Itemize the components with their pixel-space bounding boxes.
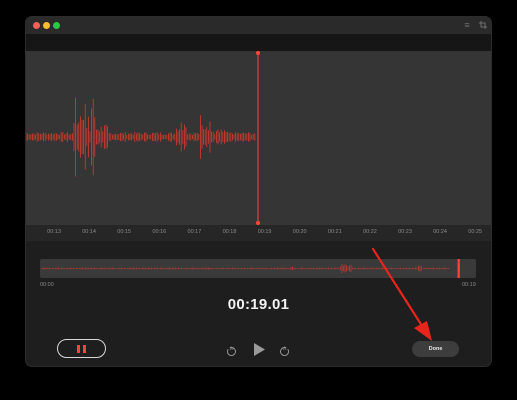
- ruler-tick-label: 00:20: [292, 229, 307, 235]
- overview-start-label: 00:00: [40, 282, 54, 288]
- trim-icon[interactable]: [478, 20, 488, 30]
- ruler-tick-label: 00:18: [222, 229, 237, 235]
- overview-end-label: 00:19: [462, 282, 476, 288]
- ruler-tick-label: 00:25: [468, 229, 483, 235]
- toolbar-strip: [26, 34, 491, 51]
- overview-playhead: [457, 259, 460, 278]
- play-button[interactable]: [253, 342, 266, 357]
- pause-button[interactable]: [57, 339, 106, 358]
- ruler-tick-label: 00:21: [327, 229, 342, 235]
- zoom-button[interactable]: [53, 22, 60, 29]
- ruler-tick-label: 00:14: [82, 229, 96, 235]
- ruler-tick-label: 00:22: [363, 229, 377, 235]
- play-icon: [254, 343, 265, 356]
- pause-icon-right: [83, 345, 86, 353]
- skip-back-text: 15: [229, 347, 234, 351]
- minimize-button[interactable]: [43, 22, 50, 29]
- skip-forward-text: 15: [282, 347, 287, 351]
- overview-waveform: [41, 259, 460, 278]
- ruler-tick-label: 00:23: [398, 229, 412, 235]
- ruler-tick-label: 00:15: [117, 229, 132, 235]
- list-icon[interactable]: ≡: [462, 20, 472, 30]
- playhead-handle: [256, 51, 260, 55]
- ruler-tick-label: 00:19: [257, 229, 272, 235]
- ruler-tick-label: 00:13: [47, 229, 61, 235]
- pause-icon: [77, 345, 80, 353]
- ruler-tick-label: 00:16: [152, 229, 167, 235]
- waveform-graphic: [26, 51, 260, 225]
- ruler-tick-label: 00:24: [433, 229, 447, 235]
- voice-memos-window: ≡ 00:13 00:14 00:15 00:16 00:17 00:18 00:19 00:…: [26, 17, 491, 366]
- close-button[interactable]: [33, 22, 40, 29]
- time-ruler: 00:13 00:14 00:15 00:16 00:17 00:18 00:19 00:20…: [26, 225, 491, 241]
- elapsed-time: 00:19.01: [227, 296, 290, 313]
- waveform-editor[interactable]: [26, 51, 491, 225]
- title-bar: ≡: [26, 17, 491, 34]
- ruler-tick-label: 00:17: [187, 229, 202, 235]
- overview-scrubber[interactable]: [40, 259, 476, 278]
- done-button[interactable]: Done: [412, 341, 459, 357]
